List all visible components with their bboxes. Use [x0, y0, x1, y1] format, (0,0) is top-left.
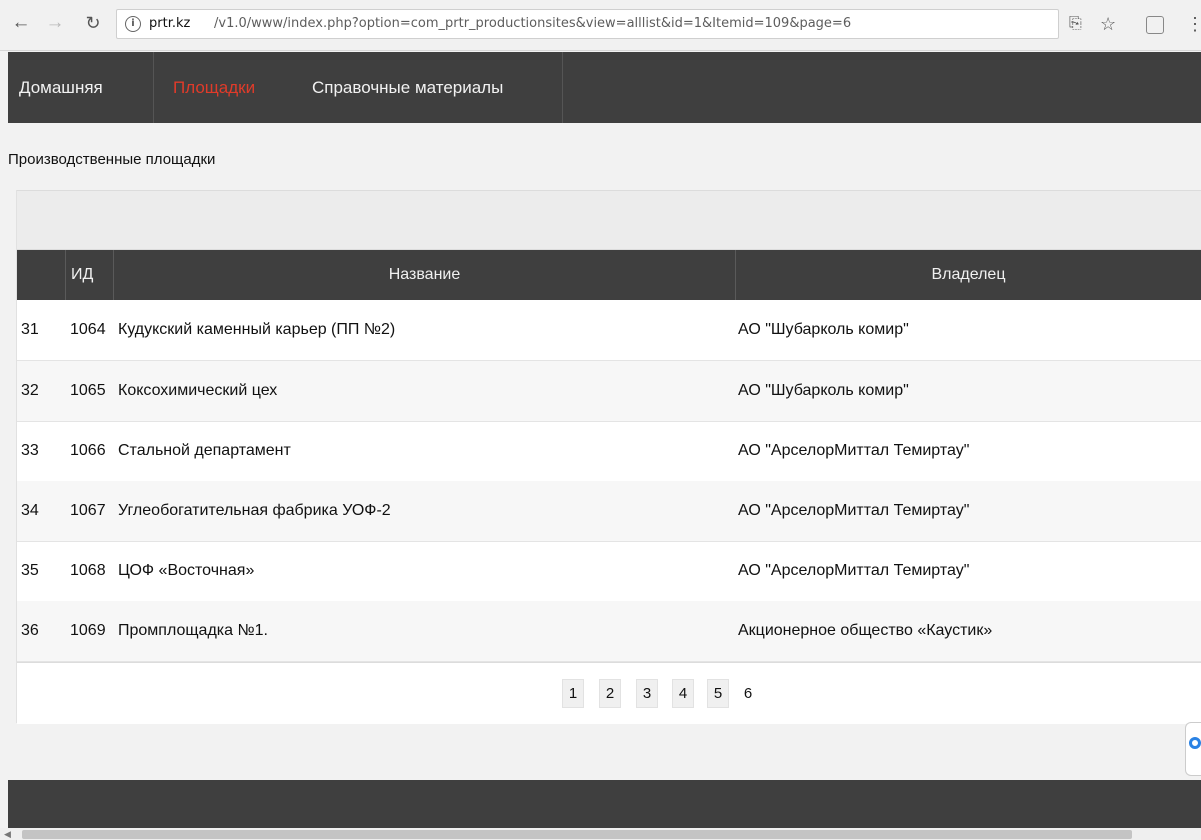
scrollbar-thumb[interactable] — [22, 830, 1132, 839]
table-row[interactable]: 34 1067 Углеобогатительная фабрика УОФ-2… — [17, 481, 1201, 542]
url-host: prtr.kz — [149, 16, 191, 31]
page-current: 6 — [743, 685, 753, 702]
column-header-name[interactable]: Название — [114, 250, 736, 300]
row-name[interactable]: Промплощадка №1. — [118, 601, 268, 661]
site-footer — [8, 780, 1201, 828]
menu-dots-icon[interactable]: ⋮ — [1186, 13, 1201, 35]
row-name[interactable]: Коксохимический цех — [118, 361, 277, 421]
row-owner: Акционерное общество «Каустик» — [738, 622, 993, 639]
page-link-3[interactable]: 3 — [636, 679, 658, 708]
row-id: 1066 — [70, 442, 106, 459]
nav-reference[interactable]: Справочные материалы — [312, 52, 503, 123]
row-index: 33 — [21, 442, 39, 459]
widget-icon — [1189, 737, 1201, 749]
table-row[interactable]: 36 1069 Промплощадка №1. Акционерное общ… — [17, 601, 1201, 662]
row-name[interactable]: Кудукский каменный карьер (ПП №2) — [118, 300, 395, 360]
nav-divider — [153, 52, 154, 123]
scroll-left-icon[interactable]: ◀ — [4, 828, 11, 840]
table-row[interactable]: 31 1064 Кудукский каменный карьер (ПП №2… — [17, 300, 1201, 361]
extension-icon[interactable] — [1146, 16, 1164, 34]
row-id: 1064 — [70, 321, 106, 338]
page-link-4[interactable]: 4 — [672, 679, 694, 708]
side-widget[interactable] — [1185, 722, 1201, 776]
row-index: 34 — [21, 502, 39, 519]
column-header-owner[interactable]: Владелец — [735, 250, 1201, 300]
row-owner: АО "АрселорМиттал Темиртау" — [738, 442, 970, 459]
column-header-index — [17, 250, 66, 300]
page-title: Производственные площадки — [8, 151, 216, 168]
row-owner: АО "АрселорМиттал Темиртау" — [738, 502, 970, 519]
forward-arrow-icon[interactable]: → — [44, 12, 66, 34]
translate-icon[interactable]: ⎘ — [1069, 13, 1082, 35]
row-name[interactable]: ЦОФ «Восточная» — [118, 541, 254, 601]
row-index: 32 — [21, 382, 39, 399]
row-owner: АО "Шубарколь комир" — [738, 321, 909, 338]
reload-icon[interactable]: ↻ — [82, 12, 104, 34]
row-name[interactable]: Стальной департамент — [118, 421, 291, 481]
nav-sites[interactable]: Площадки — [173, 52, 255, 123]
site-navigation: Домашняя Площадки Справочные материалы — [8, 52, 1201, 123]
table-row[interactable]: 35 1068 ЦОФ «Восточная» АО "АрселорМитта… — [17, 541, 1201, 602]
address-bar[interactable]: i prtr.kz /v1.0/www/index.php?option=com… — [116, 9, 1059, 39]
table-row[interactable]: 33 1066 Стальной департамент АО "Арселор… — [17, 421, 1201, 482]
page-link-2[interactable]: 2 — [599, 679, 621, 708]
pagination: 1 2 3 4 5 6 — [17, 662, 1201, 724]
table-header: ИД Название Владелец — [17, 250, 1201, 300]
nav-home[interactable]: Домашняя — [19, 52, 103, 123]
browser-toolbar: ← → ↻ i prtr.kz /v1.0/www/index.php?opti… — [0, 0, 1201, 51]
page-link-1[interactable]: 1 — [562, 679, 584, 708]
row-name[interactable]: Углеобогатительная фабрика УОФ-2 — [118, 481, 391, 541]
bookmark-star-icon[interactable]: ☆ — [1100, 13, 1116, 35]
row-index: 36 — [21, 622, 39, 639]
nav-divider — [562, 52, 563, 123]
page-link-5[interactable]: 5 — [707, 679, 729, 708]
row-id: 1067 — [70, 502, 106, 519]
table-row[interactable]: 32 1065 Коксохимический цех АО "Шубаркол… — [17, 361, 1201, 422]
url-path: /v1.0/www/index.php?option=com_prtr_prod… — [214, 16, 852, 31]
row-id: 1065 — [70, 382, 106, 399]
row-id: 1068 — [70, 562, 106, 579]
column-header-id[interactable]: ИД — [65, 250, 114, 300]
row-owner: АО "Шубарколь комир" — [738, 382, 909, 399]
sites-panel: ИД Название Владелец 31 1064 Кудукский к… — [16, 190, 1201, 724]
horizontal-scrollbar[interactable]: ◀ — [0, 828, 1201, 840]
row-owner: АО "АрселорМиттал Темиртау" — [738, 562, 970, 579]
filter-band — [17, 190, 1201, 250]
back-arrow-icon[interactable]: ← — [10, 12, 32, 34]
row-index: 35 — [21, 562, 39, 579]
site-info-icon[interactable]: i — [125, 16, 141, 32]
row-index: 31 — [21, 321, 39, 338]
row-id: 1069 — [70, 622, 106, 639]
